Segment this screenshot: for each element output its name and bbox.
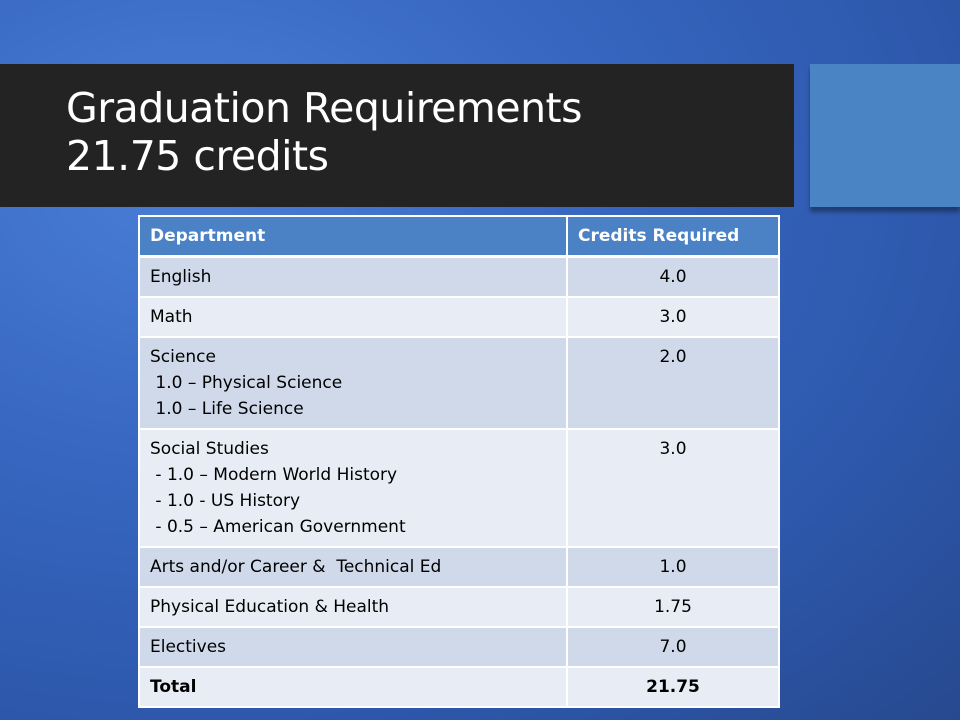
table-total-row: Total 21.75 xyxy=(138,666,780,708)
department-name: Math xyxy=(150,307,193,327)
department-subline: 1.0 – Life Science xyxy=(150,399,304,419)
table-row: Social Studies - 1.0 – Modern World Hist… xyxy=(138,428,780,548)
table-row: English 4.0 xyxy=(138,255,780,298)
credits-cell: 4.0 xyxy=(566,255,780,298)
credits-cell: 3.0 xyxy=(566,296,780,338)
department-name: Social Studies xyxy=(150,439,269,459)
table-row: Math 3.0 xyxy=(138,296,780,338)
table-header-row: Department Credits Required xyxy=(138,215,780,258)
department-cell: Science 1.0 – Physical Science 1.0 – Lif… xyxy=(138,336,568,430)
department-subline: 1.0 – Physical Science xyxy=(150,373,343,393)
department-name: Arts and/or Career & Technical Ed xyxy=(150,557,442,577)
department-cell: English xyxy=(138,255,568,298)
department-subline: - 1.0 – Modern World History xyxy=(150,465,398,485)
credits-cell: 21.75 xyxy=(566,666,780,708)
credits-cell: 2.0 xyxy=(566,336,780,430)
department-name: English xyxy=(150,267,212,287)
requirements-table: Department Credits Required English 4.0 Ma… xyxy=(138,215,780,708)
header-credits-required: Credits Required xyxy=(566,215,780,258)
department-name: Electives xyxy=(150,637,227,657)
department-cell: Arts and/or Career & Technical Ed xyxy=(138,546,568,588)
table-body: English 4.0 Math 3.0 Science 1.0 – Physical … xyxy=(138,255,780,708)
department-subline: - 0.5 – American Government xyxy=(150,517,406,537)
table-row: Science 1.0 – Physical Science 1.0 – Lif… xyxy=(138,336,780,430)
slide: Graduation Requirements 21.75 credits De… xyxy=(0,0,960,720)
department-name: Physical Education & Health xyxy=(150,597,390,617)
credits-cell: 1.75 xyxy=(566,586,780,628)
department-cell: Social Studies - 1.0 – Modern World Hist… xyxy=(138,428,568,548)
department-cell: Total xyxy=(138,666,568,708)
credits-cell: 7.0 xyxy=(566,626,780,668)
department-cell: Electives xyxy=(138,626,568,668)
table-row: Physical Education & Health 1.75 xyxy=(138,586,780,628)
table-row: Electives 7.0 xyxy=(138,626,780,668)
credits-cell: 3.0 xyxy=(566,428,780,548)
department-cell: Math xyxy=(138,296,568,338)
slide-subtitle-credits: 21.75 credits xyxy=(66,132,329,180)
title-bar: Graduation Requirements 21.75 credits xyxy=(0,64,794,207)
department-subline: - 1.0 - US History xyxy=(150,491,301,511)
accent-box xyxy=(810,64,960,207)
header-department: Department xyxy=(138,215,568,258)
slide-title: Graduation Requirements xyxy=(66,84,583,132)
table-row: Arts and/or Career & Technical Ed 1.0 xyxy=(138,546,780,588)
department-name: Total xyxy=(150,677,197,697)
credits-cell: 1.0 xyxy=(566,546,780,588)
department-cell: Physical Education & Health xyxy=(138,586,568,628)
department-name: Science xyxy=(150,347,216,367)
